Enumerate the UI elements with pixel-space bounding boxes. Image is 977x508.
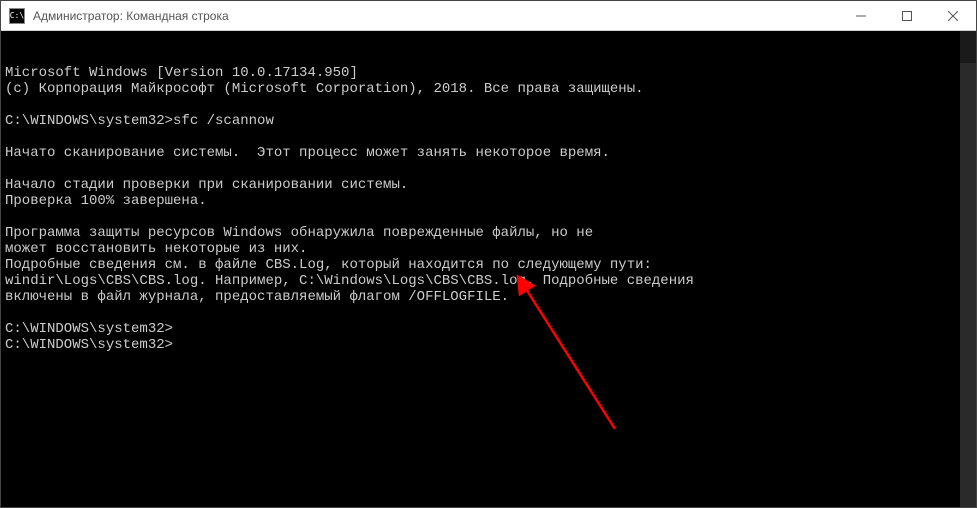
minimize-icon [856,11,866,21]
window-controls [838,1,976,30]
terminal-output[interactable]: Microsoft Windows [Version 10.0.17134.95… [1,31,976,507]
maximize-button[interactable] [884,1,930,30]
app-icon: C:\ [9,8,25,24]
close-button[interactable] [930,1,976,30]
window-title: Администратор: Командная строка [31,9,838,23]
annotation-arrow-icon [1,31,976,507]
titlebar[interactable]: C:\ Администратор: Командная строка [1,1,976,31]
command-prompt-window: C:\ Администратор: Командная строка Micr… [0,0,977,508]
minimize-button[interactable] [838,1,884,30]
close-icon [948,11,958,21]
maximize-icon [902,11,912,21]
app-icon-label: C:\ [10,12,24,20]
